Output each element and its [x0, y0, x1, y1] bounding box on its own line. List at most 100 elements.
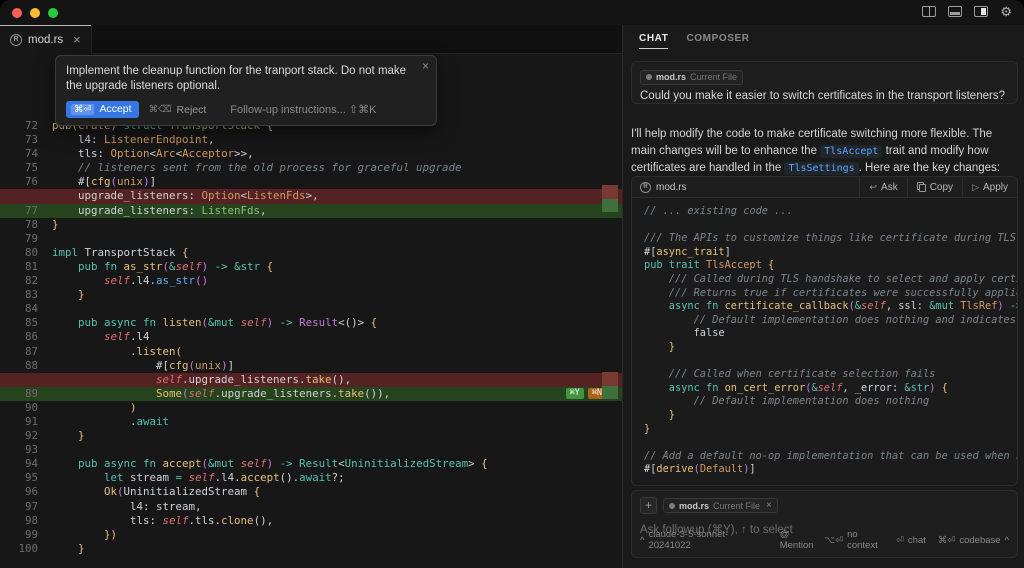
code-token: Arc	[156, 147, 176, 160]
code-token: take	[338, 387, 364, 400]
code-line	[644, 355, 1017, 369]
line-number: 75	[0, 161, 38, 175]
code-line: 75 // listeners sent from the old proces…	[0, 161, 622, 175]
rust-file-icon: R	[640, 182, 651, 193]
code-line: 92 }	[0, 429, 622, 443]
code-token: }	[52, 288, 85, 301]
code-token: TlsRef	[960, 300, 997, 312]
code-line-text: .listen(	[38, 345, 182, 359]
submit-hint-chat[interactable]: ⏎chat	[896, 535, 926, 546]
tab-close-icon[interactable]: ×	[73, 32, 81, 47]
context-chip[interactable]: mod.rs Current File	[640, 70, 743, 85]
code-line: 74 tls: Option<Arc<Acceptor>>,	[0, 147, 622, 161]
input-context-chip[interactable]: mod.rs Current File ×	[663, 498, 778, 513]
code-token: ()	[195, 274, 208, 287]
submit-hint-no-context[interactable]: ⌥⏎no context	[824, 529, 884, 551]
code-token: Option	[202, 189, 241, 202]
code-token: Default	[700, 463, 743, 475]
chat-input-box[interactable]: + mod.rs Current File × Ask followup (⌘Y…	[631, 490, 1018, 558]
code-token: upgrade_listeners:	[52, 204, 202, 217]
gear-icon[interactable]: ⚙	[1000, 5, 1012, 18]
input-chip-tag: Current File	[713, 501, 760, 511]
followup-instructions-input[interactable]: Follow-up instructions... ⇧⌘K	[230, 103, 376, 116]
code-line: 80impl TransportStack {	[0, 246, 622, 260]
mention-button[interactable]: @ Mention	[780, 529, 824, 551]
code-token: ListenFds	[247, 189, 306, 202]
code-token: UninitializedStream	[345, 457, 469, 470]
code-line: 90 )	[0, 401, 622, 415]
prompt-close-icon[interactable]: ×	[422, 59, 429, 73]
code-token: unix	[117, 175, 143, 188]
tab-mod-rs[interactable]: R mod.rs ×	[0, 25, 92, 54]
code-line	[644, 436, 1017, 450]
code-token: // Default implementation does nothing a…	[644, 314, 1017, 326]
copy-button[interactable]: Copy	[907, 177, 962, 198]
diff-badges: ⌘Y⌘N	[566, 388, 607, 399]
code-line: /// Returns true if certificates were su…	[644, 287, 1017, 301]
code-line	[644, 219, 1017, 233]
code-token: .upgrade_listeners.	[215, 387, 339, 400]
code-token: /// The APIs to customize things like ce…	[644, 232, 1017, 244]
toggle-sidebar-right-icon[interactable]	[974, 6, 988, 17]
zoom-window-icon[interactable]	[48, 8, 58, 18]
code-line-text: Ok(UninitializedStream {	[38, 485, 260, 499]
code-token: }	[644, 423, 650, 435]
code-token: /// Returns true if certificates were su…	[644, 287, 1017, 299]
chat-panel: CHATCOMPOSER mod.rs Current File Could y…	[622, 25, 1024, 568]
apply-button[interactable]: ▷Apply	[962, 177, 1017, 198]
hint-label: no context	[847, 529, 884, 551]
add-context-button[interactable]: +	[640, 497, 657, 514]
input-context-row: + mod.rs Current File ×	[640, 497, 1009, 514]
minimize-window-icon[interactable]	[30, 8, 40, 18]
ask-button[interactable]: ↩Ask	[859, 177, 906, 198]
code-token	[52, 485, 104, 498]
accept-button[interactable]: ⌘⏎ Accept	[66, 101, 139, 118]
code-token: stream	[130, 471, 169, 484]
chat-tab-chat[interactable]: CHAT	[639, 33, 668, 49]
chip-close-icon[interactable]: ×	[766, 500, 772, 511]
code-token: ().	[280, 471, 300, 484]
code-token: (),	[254, 514, 274, 527]
code-line-text: }	[38, 288, 85, 302]
code-token: as_str	[124, 260, 163, 273]
code-token: &mut	[208, 457, 241, 470]
code-token: }	[52, 429, 85, 442]
submit-hint-codebase[interactable]: ⌘⏎codebase^	[938, 535, 1009, 546]
line-number: 95	[0, 471, 38, 485]
line-number	[0, 373, 38, 387]
code-token: self	[176, 260, 202, 273]
line-number: 84	[0, 302, 38, 316]
diff-overview-mark-deleted	[602, 372, 618, 386]
code-token: pub async fn	[52, 316, 163, 329]
code-token: {	[935, 382, 947, 394]
code-token: , _error:	[842, 382, 904, 394]
reject-button[interactable]: ⌘⌫ Reject	[149, 104, 207, 116]
diff-overview-mark-added	[602, 199, 618, 212]
code-line-text: })	[38, 528, 117, 542]
code-line: }	[644, 423, 1017, 437]
code-token	[52, 471, 104, 484]
code-token	[52, 387, 156, 400]
diff-overview-mark-deleted	[602, 185, 618, 199]
file-dot-icon	[669, 503, 675, 509]
code-token: UninitializedStream	[124, 485, 254, 498]
close-window-icon[interactable]	[12, 8, 22, 18]
code-token: &mut	[929, 300, 960, 312]
code-token: /// Called when certificate selection fa…	[644, 368, 935, 380]
model-selector[interactable]: ^ claude-3-5-sonnet-20241022	[640, 529, 766, 551]
line-number: 98	[0, 514, 38, 528]
code-token: Ok	[104, 485, 117, 498]
code-token: Result	[299, 457, 338, 470]
copy-icon	[917, 182, 926, 192]
assistant-code-block: R mod.rs ↩AskCopy▷Apply // ... existing …	[631, 176, 1018, 486]
code-line: 79	[0, 232, 622, 246]
toggle-panel-icon[interactable]	[948, 6, 962, 17]
code-editor[interactable]: 72pub(crate) struct TransportStack {73 l…	[0, 119, 622, 556]
chat-tab-composer[interactable]: COMPOSER	[686, 33, 749, 49]
code-token: take	[306, 373, 332, 386]
diff-accept-badge[interactable]: ⌘Y	[566, 388, 584, 399]
line-number: 80	[0, 246, 38, 260]
code-line-text: upgrade_listeners: ListenFds,	[38, 204, 267, 218]
code-line-text: tls: self.tls.clone(),	[38, 514, 273, 528]
split-editor-icon[interactable]	[922, 6, 936, 17]
